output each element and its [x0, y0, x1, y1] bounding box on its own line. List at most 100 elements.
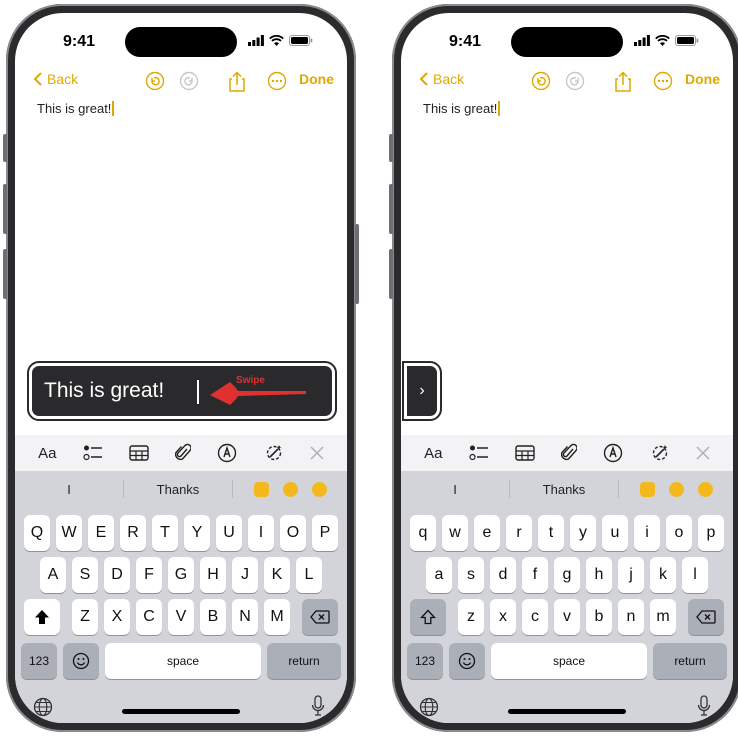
delete-key[interactable]: [302, 599, 338, 635]
key[interactable]: k: [650, 557, 676, 593]
writing-tools-button[interactable]: [650, 443, 670, 463]
key[interactable]: l: [682, 557, 708, 593]
key[interactable]: t: [538, 515, 564, 551]
emoji-thumbs-up[interactable]: [253, 481, 269, 497]
key[interactable]: R: [120, 515, 146, 551]
emoji-smile[interactable]: [668, 481, 684, 497]
key[interactable]: N: [232, 599, 258, 635]
key[interactable]: Y: [184, 515, 210, 551]
table-button[interactable]: [515, 445, 535, 461]
undo-button[interactable]: [531, 71, 551, 91]
key[interactable]: P: [312, 515, 338, 551]
numbers-key[interactable]: 123: [407, 643, 443, 679]
key[interactable]: H: [200, 557, 226, 593]
key[interactable]: G: [168, 557, 194, 593]
key[interactable]: m: [650, 599, 676, 635]
shift-key[interactable]: [24, 599, 60, 635]
writing-tools-button[interactable]: [264, 443, 284, 463]
text-style-button[interactable]: Aa: [38, 445, 56, 462]
key[interactable]: a: [426, 557, 452, 593]
key[interactable]: f: [522, 557, 548, 593]
redo-button[interactable]: [565, 71, 585, 91]
key[interactable]: K: [264, 557, 290, 593]
key[interactable]: O: [280, 515, 306, 551]
key[interactable]: e: [474, 515, 500, 551]
key[interactable]: o: [666, 515, 692, 551]
key[interactable]: c: [522, 599, 548, 635]
emoji-happy[interactable]: [311, 481, 327, 497]
key[interactable]: Z: [72, 599, 98, 635]
key[interactable]: D: [104, 557, 130, 593]
key[interactable]: S: [72, 557, 98, 593]
key[interactable]: p: [698, 515, 724, 551]
redo-button[interactable]: [179, 71, 199, 91]
done-button[interactable]: Done: [299, 71, 334, 87]
key[interactable]: g: [554, 557, 580, 593]
key[interactable]: j: [618, 557, 644, 593]
table-button[interactable]: [129, 445, 149, 461]
key[interactable]: E: [88, 515, 114, 551]
more-button[interactable]: [267, 71, 287, 91]
key[interactable]: z: [458, 599, 484, 635]
key[interactable]: b: [586, 599, 612, 635]
close-button[interactable]: [696, 446, 710, 460]
note-body[interactable]: This is great!: [37, 101, 115, 116]
key[interactable]: W: [56, 515, 82, 551]
checklist-button[interactable]: [469, 444, 489, 462]
key[interactable]: u: [602, 515, 628, 551]
key[interactable]: y: [570, 515, 596, 551]
key[interactable]: n: [618, 599, 644, 635]
return-key[interactable]: return: [267, 643, 341, 679]
key[interactable]: w: [442, 515, 468, 551]
done-button[interactable]: Done: [685, 71, 720, 87]
key[interactable]: i: [634, 515, 660, 551]
globe-icon[interactable]: [419, 697, 439, 717]
suggestion-item[interactable]: I: [401, 482, 509, 497]
key[interactable]: U: [216, 515, 242, 551]
key[interactable]: Q: [24, 515, 50, 551]
key[interactable]: I: [248, 515, 274, 551]
microphone-icon[interactable]: [311, 695, 325, 717]
markup-button[interactable]: [603, 443, 623, 463]
suggestion-item[interactable]: Thanks: [124, 482, 232, 497]
key[interactable]: X: [104, 599, 130, 635]
suggestion-item[interactable]: I: [15, 482, 123, 497]
key[interactable]: s: [458, 557, 484, 593]
microphone-icon[interactable]: [697, 695, 711, 717]
space-key[interactable]: space: [105, 643, 261, 679]
attachment-button[interactable]: [175, 443, 192, 463]
space-key[interactable]: space: [491, 643, 647, 679]
text-style-button[interactable]: Aa: [424, 445, 442, 462]
key[interactable]: F: [136, 557, 162, 593]
close-button[interactable]: [310, 446, 324, 460]
key[interactable]: x: [490, 599, 516, 635]
key[interactable]: A: [40, 557, 66, 593]
share-button[interactable]: [228, 71, 246, 93]
key[interactable]: T: [152, 515, 178, 551]
key[interactable]: v: [554, 599, 580, 635]
key[interactable]: V: [168, 599, 194, 635]
attachment-button[interactable]: [561, 443, 578, 463]
key[interactable]: q: [410, 515, 436, 551]
suggestion-item[interactable]: Thanks: [510, 482, 618, 497]
undo-button[interactable]: [145, 71, 165, 91]
back-button[interactable]: Back: [419, 71, 464, 87]
numbers-key[interactable]: 123: [21, 643, 57, 679]
markup-button[interactable]: [217, 443, 237, 463]
shift-key[interactable]: [410, 599, 446, 635]
share-button[interactable]: [614, 71, 632, 93]
emoji-key[interactable]: [449, 643, 485, 679]
key[interactable]: C: [136, 599, 162, 635]
key[interactable]: h: [586, 557, 612, 593]
collapsed-overlay-tab[interactable]: ›: [402, 361, 442, 421]
emoji-thumbs-up[interactable]: [639, 481, 655, 497]
back-button[interactable]: Back: [33, 71, 78, 87]
return-key[interactable]: return: [653, 643, 727, 679]
emoji-happy[interactable]: [697, 481, 713, 497]
more-button[interactable]: [653, 71, 673, 91]
key[interactable]: d: [490, 557, 516, 593]
delete-key[interactable]: [688, 599, 724, 635]
key[interactable]: r: [506, 515, 532, 551]
checklist-button[interactable]: [83, 444, 103, 462]
key[interactable]: M: [264, 599, 290, 635]
